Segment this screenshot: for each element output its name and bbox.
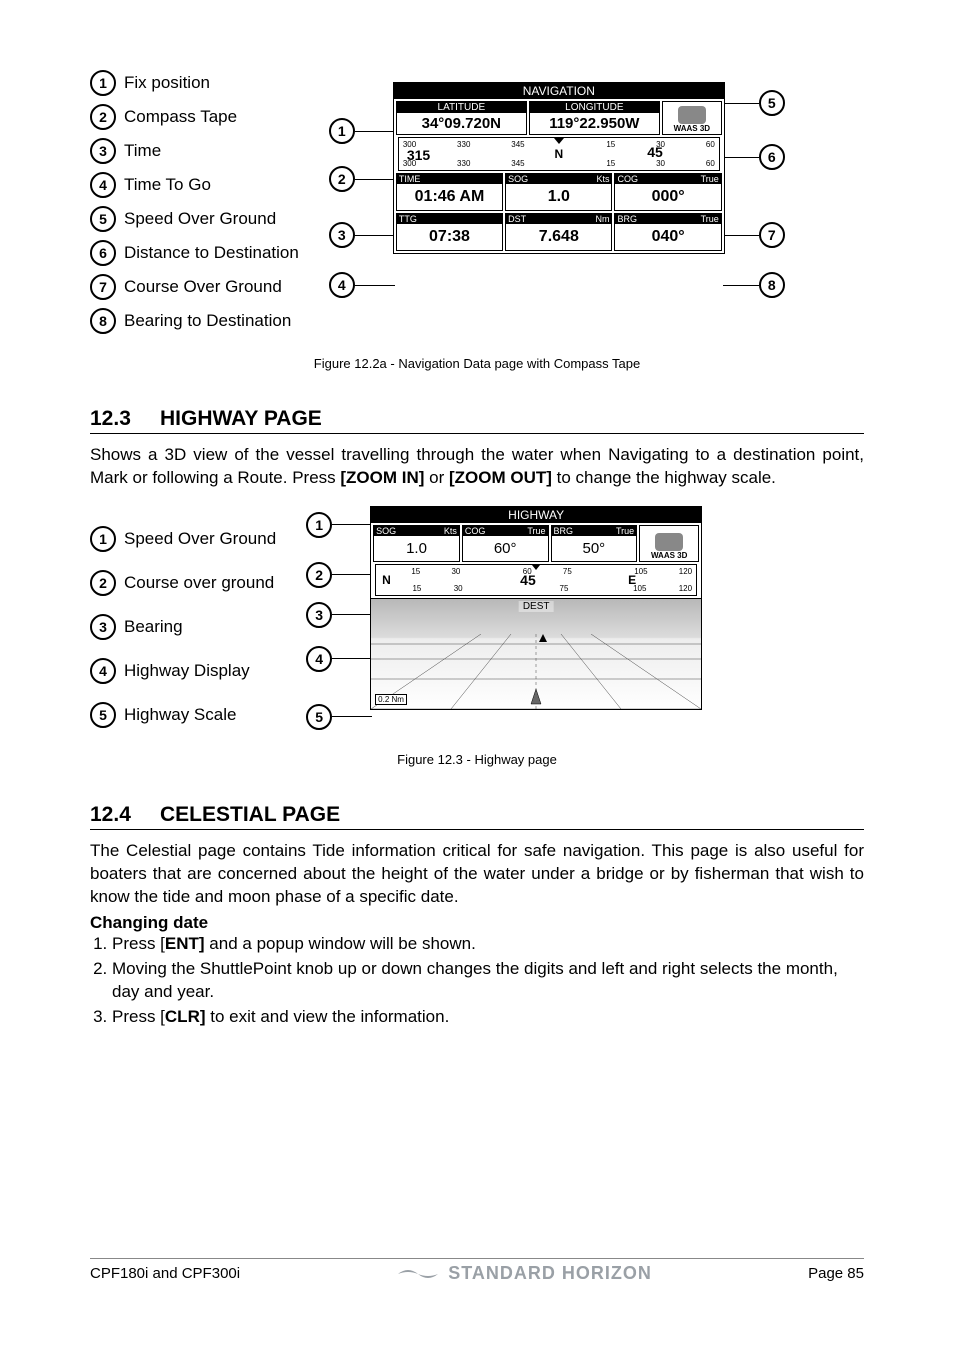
changing-date-steps: Press [ENT] and a popup window will be s… <box>90 933 864 1029</box>
figure-12-2a-legend: 1 Fix position 2 Compass Tape 3 Time 4 Time … <box>90 70 299 342</box>
legend-label: Time <box>124 141 161 161</box>
hw-brg-box: BRGTrue 50° <box>551 525 638 562</box>
section-12-4-heading: 12.4CELESTIAL PAGE <box>90 803 864 830</box>
hw-sog-box: SOGKts 1.0 <box>373 525 460 562</box>
figure-12-2a-row: 1 Fix position 2 Compass Tape 3 Time 4 Time … <box>90 70 864 350</box>
highway-title: HIGHWAY <box>371 507 701 523</box>
page-footer: CPF180i and CPF300i STANDARD HORIZON Pag… <box>90 1258 864 1284</box>
legend-label: Highway Display <box>124 661 250 681</box>
legend-bubble-7: 7 <box>90 274 116 300</box>
satellite-status: WAAS 3D <box>639 525 699 562</box>
step-3: Press [CLR] to exit and view the informa… <box>112 1006 864 1029</box>
legend-label: Bearing to Destination <box>124 311 291 331</box>
nav-title: NAVIGATION <box>394 83 724 99</box>
section-12-3-heading: 12.3HIGHWAY PAGE <box>90 407 864 434</box>
satellite-status: WAAS 3D <box>662 101 722 135</box>
highway-compass: 15 30 60 75 105 120 N 45 E 15 <box>375 564 697 596</box>
footer-brand: STANDARD HORIZON <box>396 1263 652 1284</box>
footer-model: CPF180i and CPF300i <box>90 1265 240 1282</box>
legend-bubble-2: 2 <box>90 104 116 130</box>
longitude-box: LONGITUDE 119°22.950W <box>529 101 660 135</box>
legend-bubble-4: 4 <box>90 172 116 198</box>
brand-logo-icon <box>396 1264 440 1284</box>
figure-12-3-caption: Figure 12.3 - Highway page <box>90 752 864 767</box>
figure-12-2a-caption: Figure 12.2a - Navigation Data page with… <box>90 356 864 371</box>
ttg-box: TTG 07:38 <box>396 213 503 251</box>
highway-screen: HIGHWAY SOGKts 1.0 COGTrue 60° BRGTrue 5… <box>370 506 702 710</box>
legend-label: Bearing <box>124 617 183 637</box>
figure-12-3-row: 1Speed Over Ground 2Course over ground 3… <box>90 506 864 746</box>
legend-label: Speed Over Ground <box>124 529 276 549</box>
section-12-4-paragraph: The Celestial page contains Tide informa… <box>90 840 864 909</box>
legend-label: Speed Over Ground <box>124 209 276 229</box>
legend-label: Distance to Destination <box>124 243 299 263</box>
compass-tape: 300 330 345 15 30 60 315 N 45 300 330 3 <box>398 137 720 171</box>
legend-bubble-5: 5 <box>90 206 116 232</box>
nav-screen: NAVIGATION LATITUDE 34°09.720N LONGITUDE… <box>393 82 725 254</box>
changing-date-heading: Changing date <box>90 913 864 933</box>
dst-box: DSTNm 7.648 <box>505 213 612 251</box>
legend-bubble-1: 1 <box>90 70 116 96</box>
figure-12-3-legend: 1Speed Over Ground 2Course over ground 3… <box>90 506 276 736</box>
satellite-icon <box>678 106 706 124</box>
legend-bubble-3: 3 <box>90 138 116 164</box>
legend-label: Course over ground <box>124 573 274 593</box>
legend-bubble-8: 8 <box>90 308 116 334</box>
legend-label: Time To Go <box>124 175 211 195</box>
satellite-icon <box>655 533 683 551</box>
step-2: Moving the ShuttlePoint knob up or down … <box>112 958 864 1004</box>
legend-label: Fix position <box>124 73 210 93</box>
legend-label: Compass Tape <box>124 107 237 127</box>
brg-box: BRGTrue 040° <box>614 213 721 251</box>
page: 1 Fix position 2 Compass Tape 3 Time 4 Time … <box>0 0 954 1028</box>
latitude-box: LATITUDE 34°09.720N <box>396 101 527 135</box>
sog-box: SOGKts 1.0 <box>505 173 612 211</box>
hw-cog-box: COGTrue 60° <box>462 525 549 562</box>
highway-3d-view: DEST 0.2 Nm <box>371 598 701 709</box>
section-12-3-paragraph: Shows a 3D view of the vessel travelling… <box>90 444 864 490</box>
time-box: TIME 01:46 AM <box>396 173 503 211</box>
cog-box: COGTrue 000° <box>614 173 721 211</box>
step-1: Press [ENT] and a popup window will be s… <box>112 933 864 956</box>
footer-page-number: Page 85 <box>808 1265 864 1282</box>
highway-scale-label: 0.2 Nm <box>375 694 407 705</box>
legend-label: Course Over Ground <box>124 277 282 297</box>
legend-label: Highway Scale <box>124 705 236 725</box>
legend-bubble-6: 6 <box>90 240 116 266</box>
figure-12-3-device: 1 2 3 4 5 HIGHWAY SOGKts 1.0 COGTrue 60° <box>306 506 864 746</box>
